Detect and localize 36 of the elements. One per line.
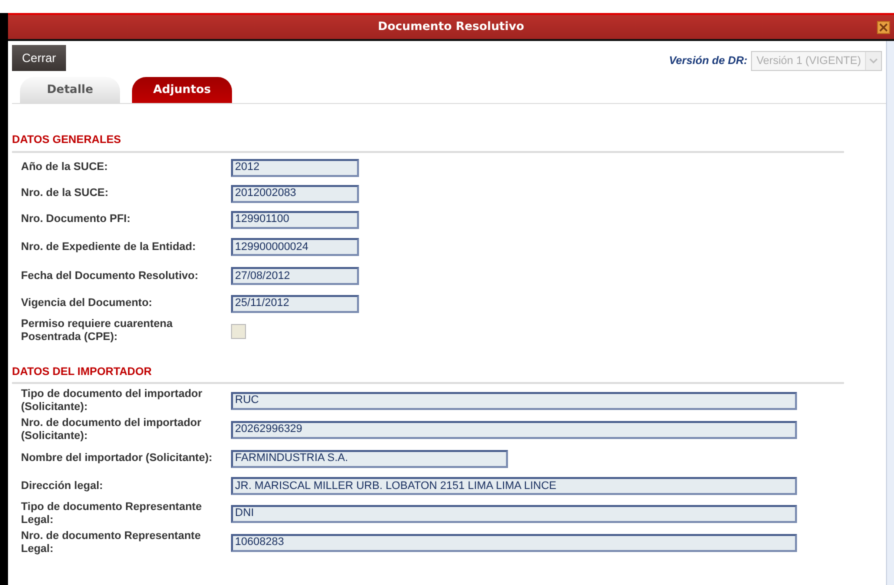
field-label: Fecha del Documento Resolutivo: [21, 270, 200, 282]
input-field[interactable]: 2012 [231, 158, 359, 176]
field-label: Permiso requiere cuarentena Posentrada (CPE): [21, 318, 174, 344]
input-field[interactable]: JR. MARISCAL MILLER URB. LOBATON 2151 LIMA LIMA LINCE [231, 477, 797, 495]
input-field[interactable]: DNI [231, 504, 797, 522]
input-field[interactable]: 129900000024 [231, 238, 359, 256]
checkbox[interactable] [231, 324, 246, 338]
input-field[interactable]: 2012002083 [231, 184, 359, 202]
input-field[interactable]: FARMINDUSTRIA S.A. [231, 450, 508, 468]
caret-icon [869, 58, 878, 64]
field-label: Vigencia del Documento: [21, 297, 154, 310]
section-heading: DATOS GENERALES [12, 132, 844, 152]
input-field[interactable]: 25/11/2012 [231, 294, 359, 312]
tab[interactable]: Adjuntos [132, 77, 232, 103]
close-button[interactable]: Cerrar [12, 45, 66, 71]
input-field[interactable]: 20262996329 [231, 420, 797, 438]
field-label: Año de la SUCE: [21, 161, 109, 174]
input-field[interactable]: 27/08/2012 [231, 267, 359, 285]
field-label: Nro. de la SUCE: [21, 187, 110, 200]
tab[interactable]: Detalle [20, 77, 120, 103]
field-label: Nro. de documento Representante Legal: [21, 530, 202, 556]
field-label: Nro. de documento del importador (Solicitante): [21, 416, 202, 442]
field-label: Nombre del importador (Solicitante): [21, 452, 214, 465]
input-field[interactable]: RUC [231, 392, 797, 410]
window-title: Documento Resolutivo [378, 18, 524, 36]
field-label: Tipo de documento Representante Legal: [21, 500, 203, 526]
version-label: Versión de DR: [669, 54, 748, 69]
input-field[interactable]: 129901100 [231, 210, 359, 228]
scrollbar[interactable] [886, 41, 894, 585]
field-label: Tipo de documento del importador (Solicitante): [21, 388, 204, 414]
field-label: Nro. de Expediente de la Entidad: [21, 240, 197, 254]
close-icon[interactable] [877, 21, 890, 34]
input-field[interactable]: 10608283 [231, 534, 797, 552]
section-heading: DATOS DEL IMPORTADOR [12, 364, 844, 384]
field-label: Dirección legal: [21, 480, 104, 492]
field-label: Nro. Documento PFI: [21, 213, 132, 226]
